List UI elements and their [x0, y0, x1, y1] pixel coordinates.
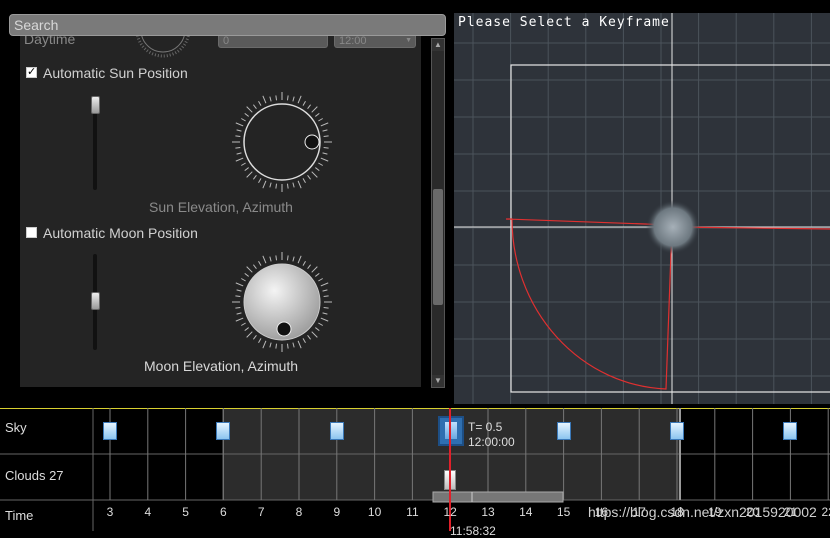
daytime-label: Daytime	[24, 36, 76, 47]
daytime-value-field[interactable]: 0	[218, 36, 328, 48]
sun-sprite-icon	[646, 200, 700, 254]
panel-scrollbar[interactable]: ▲ ▼	[431, 38, 445, 388]
sky-keyframe-selected[interactable]	[438, 416, 464, 446]
scroll-up-icon[interactable]: ▲	[432, 39, 444, 51]
track-label-time: Time	[5, 508, 34, 523]
time-tick-label: 6	[220, 505, 227, 519]
sun-caption: Sun Elevation, Azimuth	[149, 199, 293, 215]
scrollbar-thumb[interactable]	[433, 189, 443, 305]
time-tick-label: 7	[257, 505, 265, 519]
time-tick-label: 9	[333, 505, 341, 519]
watermark-text: https://blog.csdn.net/zxn2015920002	[588, 504, 817, 520]
moon-auto-checkbox[interactable]	[26, 227, 37, 238]
sun-elevation-thumb[interactable]	[91, 96, 100, 114]
daytime-time-select[interactable]: 12:00 ▼	[334, 36, 416, 48]
sun-auto-checkbox[interactable]: ✓	[26, 67, 37, 78]
sun-auto-label: Automatic Sun Position	[43, 65, 188, 81]
daytime-time-value: 12:00	[339, 36, 367, 47]
viewport-title: Please Select a Keyframe	[458, 15, 670, 30]
track-label-clouds: Clouds 27	[5, 468, 64, 483]
time-tick-label: 10	[367, 505, 382, 519]
time-tick-label: 12	[443, 505, 457, 519]
preview-viewport[interactable]: Please Select a Keyframe	[454, 13, 830, 404]
time-tick-label: 8	[295, 505, 303, 519]
time-range-scrubber	[432, 491, 564, 503]
moon-position-marker	[276, 321, 292, 337]
sky-keyframe[interactable]	[670, 422, 684, 440]
daytime-dial[interactable]	[135, 36, 191, 62]
time-tick-label: 4	[144, 505, 152, 519]
time-tick-label: 22	[821, 505, 830, 519]
time-tick-label: 13	[481, 505, 495, 519]
sky-keyframe[interactable]	[103, 422, 117, 440]
chevron-down-icon: ▼	[405, 37, 412, 44]
sun-azimuth-dial[interactable]	[230, 90, 335, 195]
selected-key-t: T= 0.5	[468, 420, 503, 434]
moon-azimuth-dial[interactable]	[230, 250, 335, 355]
moon-elevation-thumb[interactable]	[91, 292, 100, 310]
time-tick-label: 3	[106, 505, 114, 519]
sun-position-marker	[304, 134, 320, 150]
time-tick-label: 14	[519, 505, 533, 519]
current-time-label: 11:58:32	[450, 524, 496, 538]
properties-panel: Daytime 0 12:00 ▼ ✓ Automatic Sun Positi…	[20, 36, 421, 387]
selected-key-time: 12:00:00	[468, 435, 515, 449]
sun-path-curve	[505, 218, 673, 390]
time-tick-label: 11	[406, 505, 419, 519]
moon-auto-label: Automatic Moon Position	[43, 225, 198, 241]
scroll-down-icon[interactable]: ▼	[432, 375, 444, 387]
viewport-grid	[454, 13, 830, 404]
sky-keyframe[interactable]	[557, 422, 571, 440]
sky-keyframe[interactable]	[783, 422, 797, 440]
moon-caption: Moon Elevation, Azimuth	[144, 358, 299, 374]
time-tick-label: 15	[556, 505, 571, 519]
sky-keyframe[interactable]	[330, 422, 344, 440]
search-input[interactable]	[9, 14, 446, 36]
sky-keyframe[interactable]	[216, 422, 230, 440]
time-tick-label: 5	[182, 505, 189, 519]
track-label-sky: Sky	[5, 420, 27, 435]
